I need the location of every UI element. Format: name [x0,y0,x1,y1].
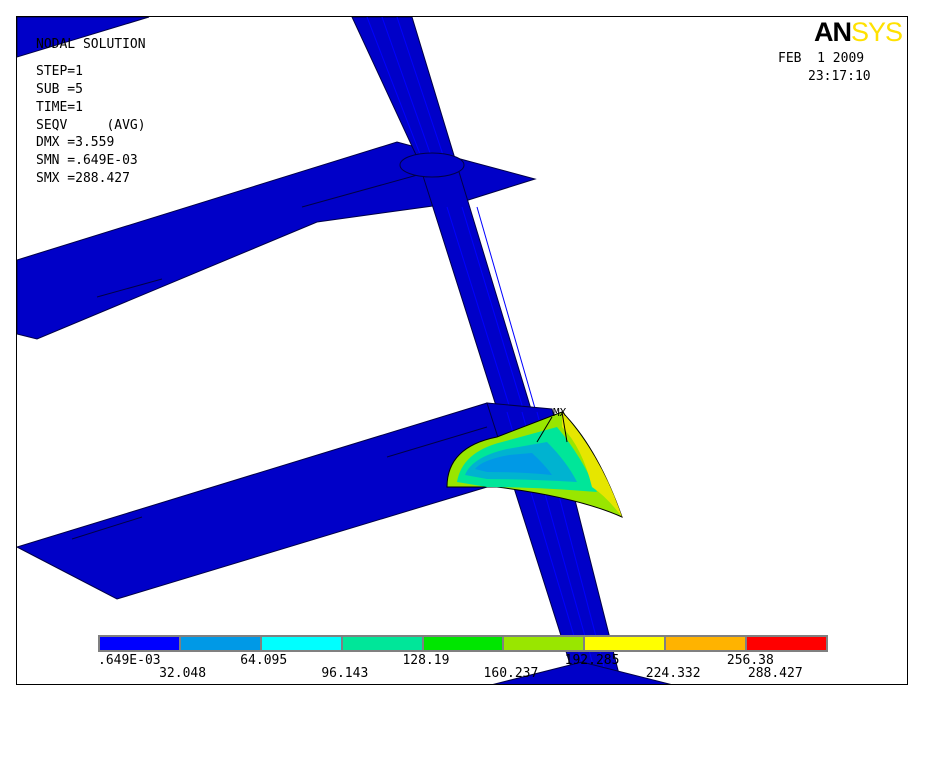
column-joint [399,152,465,178]
legend-label-top: .649E-03 [98,653,161,668]
legend-label-top: 192.285 [564,653,620,668]
legend-label-top: 64.095 [240,653,288,668]
plot-time: 23:17:10 [808,69,871,84]
legend-swatch [666,637,748,650]
legend-swatch [180,637,262,650]
sub-readout: SUB =5 [36,82,83,97]
graphics-viewport[interactable]: NODAL SOLUTION STEP=1 SUB =5 TIME=1 SEQV… [16,16,908,685]
legend-swatch [100,637,181,650]
time-readout: TIME=1 [36,100,83,115]
legend-label-bottom: 288.427 [747,666,803,681]
step-readout: STEP=1 [36,64,83,79]
legend-swatch [342,637,424,650]
legend-label-bottom: 160.237 [483,666,539,681]
smx-readout: SMX =288.427 [36,171,130,186]
lower-beam [17,402,523,600]
legend-swatch [504,637,586,650]
ansys-logo: ANSYS [814,17,903,47]
model-render[interactable] [17,17,908,685]
legend-label-bottom: 224.332 [645,666,701,681]
legend-swatch [747,637,827,650]
max-marker-label: MX [553,406,567,419]
contour-legend-bar [98,635,828,652]
legend-label-bottom: 32.048 [159,666,207,681]
dmx-readout: DMX =3.559 [36,135,115,150]
smn-readout: SMN =.649E-03 [36,153,138,168]
plot-date: FEB 1 2009 [778,51,865,66]
legend-swatch [423,637,505,650]
seqv-readout: SEQV (AVG) [36,118,146,133]
legend-label-bottom: 96.143 [321,666,369,681]
legend-label-top: 128.19 [402,653,450,668]
legend-swatch [261,637,343,650]
plot-title: NODAL SOLUTION [36,37,146,52]
legend-swatch [585,637,667,650]
